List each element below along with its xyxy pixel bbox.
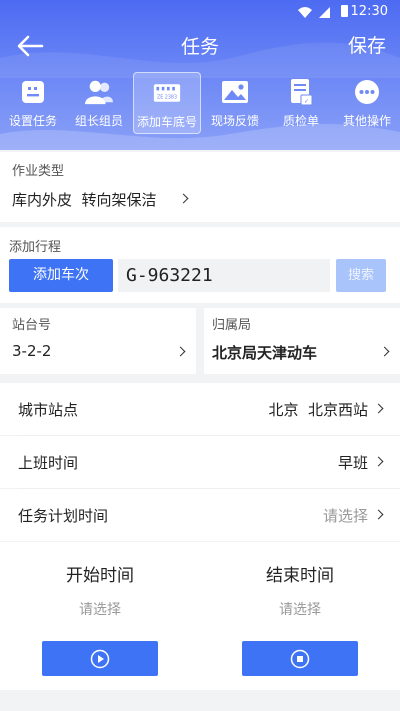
platform-card[interactable]: 站台号 3-2-2 — [0, 308, 196, 374]
image-icon — [221, 78, 249, 106]
work-type-card[interactable]: 作业类型 库内外皮 转向架保洁 — [0, 152, 400, 222]
menu-item-set-task[interactable]: 设置任务 — [0, 72, 66, 134]
train-number-icon: ZE 2383 — [153, 79, 181, 107]
menu-item-inspection[interactable]: ✓ 质检单 — [268, 72, 334, 134]
menu-item-add-train-number[interactable]: ZE 2383 添加车底号 — [133, 72, 201, 134]
platform-value: 3-2-2 — [12, 342, 52, 360]
save-button[interactable]: 保存 — [348, 31, 386, 58]
menu-label: 组长组员 — [74, 114, 123, 128]
trip-label: 添加行程 — [9, 240, 62, 255]
svg-text:✓: ✓ — [304, 98, 309, 105]
end-time-block[interactable]: 结束时间 请选择 — [200, 561, 400, 619]
inspection-doc-icon: ✓ — [287, 78, 315, 106]
chevron-right-icon — [373, 456, 384, 467]
menu-label: 其他操作 — [342, 114, 391, 128]
menu-label: 设置任务 — [8, 114, 57, 128]
chevron-right-icon — [373, 509, 384, 520]
bureau-label: 归属局 — [212, 318, 252, 333]
row-label: 城市站点 — [18, 401, 79, 419]
play-icon — [90, 649, 110, 668]
start-button[interactable] — [42, 641, 158, 676]
team-icon — [85, 78, 113, 106]
work-type-label: 作业类型 — [12, 164, 65, 179]
row-value: 北京 北京西站 — [268, 401, 368, 419]
menu-item-feedback[interactable]: 现场反馈 — [202, 72, 268, 134]
row-value: 早班 — [337, 454, 368, 472]
status-bar: 12:30 — [0, 0, 400, 24]
row-label: 上班时间 — [18, 454, 79, 472]
chevron-right-icon — [175, 346, 186, 357]
menu-label: 质检单 — [282, 114, 319, 128]
start-time-title: 开始时间 — [66, 566, 134, 586]
chevron-right-icon — [379, 346, 390, 357]
bureau-value: 北京局天津动车 — [212, 344, 318, 362]
train-plate-text: ZE 2383 — [157, 94, 177, 100]
bureau-card[interactable]: 归属局 北京局天津动车 — [204, 308, 400, 374]
header-bar: 12:30 任务 保存 设置任务 组长组员 ZE 2383 添加车底号 现场反馈… — [0, 0, 400, 150]
status-time: 12:30 — [350, 4, 388, 19]
start-time-block[interactable]: 开始时间 请选择 — [0, 561, 200, 619]
search-button[interactable]: 搜索 — [336, 259, 386, 292]
menu-label: 添加车底号 — [136, 115, 197, 129]
menu-label: 现场反馈 — [210, 114, 259, 128]
end-time-value: 请选择 — [279, 602, 321, 618]
train-number-input[interactable] — [118, 259, 330, 292]
battery-icon — [341, 5, 348, 17]
add-train-button[interactable]: 添加车次 — [9, 259, 113, 292]
row-city-station[interactable]: 城市站点 北京 北京西站 — [0, 383, 400, 435]
start-time-value: 请选择 — [79, 602, 121, 618]
chevron-right-icon — [178, 193, 189, 204]
platform-label: 站台号 — [12, 318, 52, 333]
chevron-right-icon — [373, 403, 384, 414]
signal-icon — [319, 7, 330, 18]
action-menu: 设置任务 组长组员 ZE 2383 添加车底号 现场反馈 ✓ 质检单 其他操作 — [0, 72, 400, 134]
more-icon — [353, 78, 381, 106]
task-list-icon — [19, 78, 47, 106]
row-task-plan-time[interactable]: 任务计划时间 请选择 — [0, 489, 400, 541]
page-title: 任务 — [180, 36, 219, 58]
end-time-title: 结束时间 — [266, 566, 334, 586]
menu-item-more[interactable]: 其他操作 — [334, 72, 400, 134]
wifi-icon — [298, 7, 312, 18]
row-label: 任务计划时间 — [18, 507, 109, 525]
row-shift-time[interactable]: 上班时间 早班 — [0, 436, 400, 488]
title-bar: 任务 保存 — [0, 28, 400, 64]
stop-button[interactable] — [242, 641, 358, 676]
row-value-placeholder: 请选择 — [322, 507, 368, 525]
menu-item-team[interactable]: 组长组员 — [66, 72, 132, 134]
stop-icon — [290, 649, 310, 668]
work-type-value: 库内外皮 转向架保洁 — [12, 191, 157, 209]
